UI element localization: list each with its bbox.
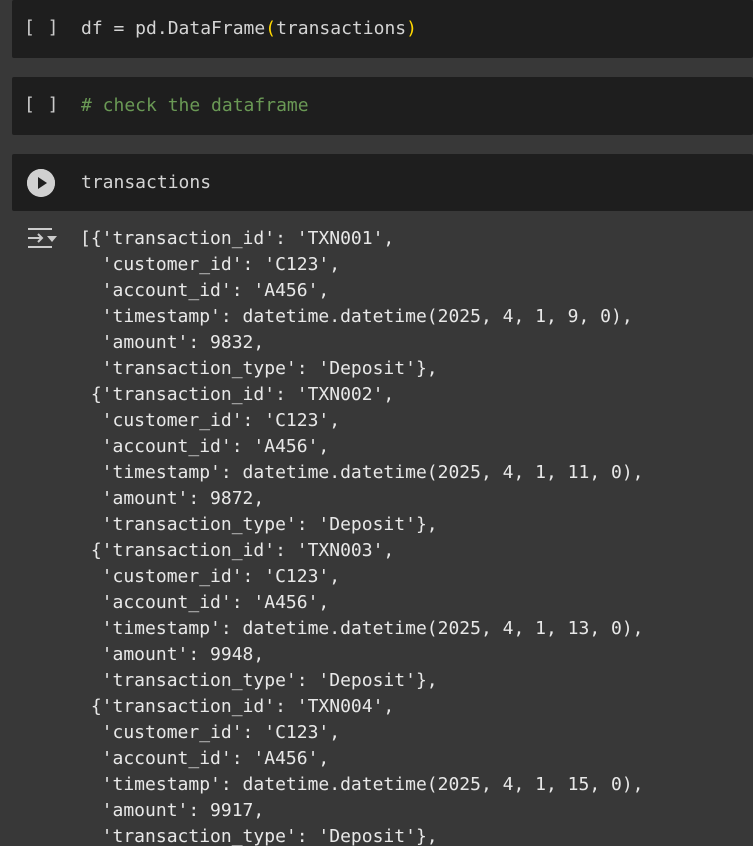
output-line: 'account_id': 'A456', [80,748,330,769]
output-line: {'transaction_id': 'TXN004', [80,696,395,717]
output-line: 'account_id': 'A456', [80,436,330,457]
code-line[interactable]: df = pd.DataFrame(transactions) [81,18,417,39]
output-line: 'customer_id': 'C123', [80,566,341,587]
output-line: 'timestamp': datetime.datetime(2025, 4, … [80,774,644,795]
output-line: 'account_id': 'A456', [80,592,330,613]
execution-count[interactable]: [ ] [24,94,60,115]
output-text: [{'transaction_id': 'TXN001', 'customer_… [80,226,644,846]
output-line: 'timestamp': datetime.datetime(2025, 4, … [80,306,633,327]
code-token-ident: transactions [81,172,212,193]
output-line: 'timestamp': datetime.datetime(2025, 4, … [80,618,644,639]
run-cell-button[interactable] [27,169,55,197]
cell-output: [{'transaction_id': 'TXN001', 'customer_… [0,222,753,846]
output-line: 'timestamp': datetime.datetime(2025, 4, … [80,462,644,483]
output-line: 'customer_id': 'C123', [80,410,341,431]
code-token-open-paren: ( [265,18,277,39]
output-line: 'transaction_type': 'Deposit'}, [80,358,438,379]
code-line[interactable]: # check the dataframe [81,95,309,116]
code-token-call: df = pd.DataFrame [81,18,266,39]
execution-count[interactable]: [ ] [24,17,60,38]
code-token-close-paren: ) [406,18,417,39]
output-line: 'customer_id': 'C123', [80,254,341,275]
play-circle-icon [27,169,55,197]
code-line[interactable]: transactions [81,172,211,193]
code-cell-3[interactable]: transactions [12,154,753,211]
output-line: {'transaction_id': 'TXN003', [80,540,395,561]
output-line: 'transaction_type': 'Deposit'}, [80,514,438,535]
output-collapse-icon[interactable] [26,226,58,252]
code-cell-1[interactable]: [ ] df = pd.DataFrame(transactions) [12,0,753,58]
code-token-arg: transactions [276,18,407,39]
output-line: 'customer_id': 'C123', [80,722,341,743]
code-cell-2[interactable]: [ ] # check the dataframe [12,77,753,135]
notebook-page: [ ] df = pd.DataFrame(transactions) [ ] … [0,0,753,846]
output-line: 'amount': 9917, [80,800,265,821]
output-line: 'amount': 9872, [80,488,265,509]
code-comment: # check the dataframe [81,95,309,116]
output-line: [{'transaction_id': 'TXN001', [80,228,395,249]
output-line: 'amount': 9832, [80,332,265,353]
output-line: {'transaction_id': 'TXN002', [80,384,395,405]
output-line: 'amount': 9948, [80,644,265,665]
output-line: 'account_id': 'A456', [80,280,330,301]
output-line: 'transaction_type': 'Deposit'}, [80,826,438,846]
output-line: 'transaction_type': 'Deposit'}, [80,670,438,691]
